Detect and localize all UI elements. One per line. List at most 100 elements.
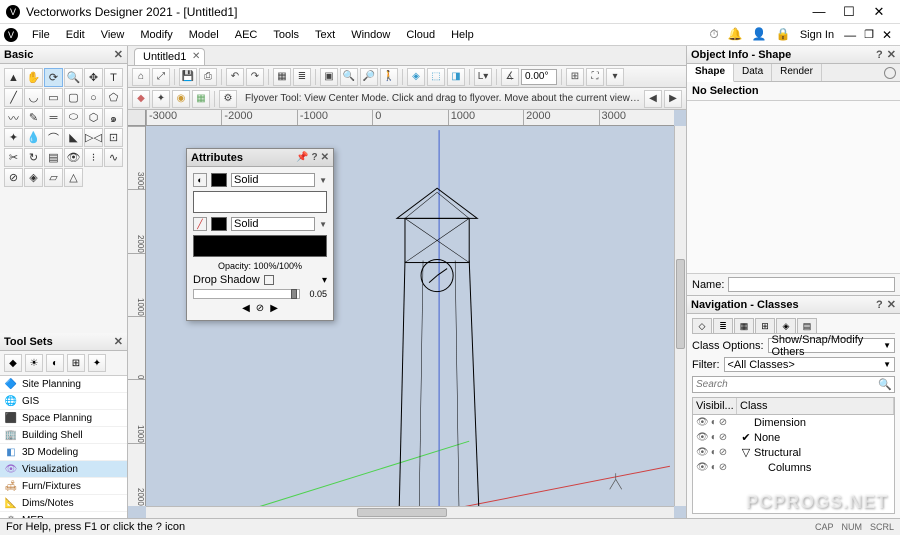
tab-shape[interactable]: Shape [687,64,734,82]
maximize-button[interactable]: ☐ [834,4,864,20]
eye-icon[interactable]: 👁 [696,432,709,443]
col-visibility[interactable]: Visibil... [693,398,737,414]
nav-tab-2[interactable]: ≣ [713,318,733,333]
tab-render[interactable]: Render [772,64,822,81]
signin-link[interactable]: Sign In [800,29,834,41]
shear-tool[interactable]: ▱ [44,168,63,187]
doc-close-button[interactable]: ✕ [882,28,892,42]
polyline-tool[interactable]: 〰 [4,108,23,127]
tb-render-wire-icon[interactable]: ⬚ [427,68,445,86]
tb-undo-icon[interactable]: ↶ [226,68,244,86]
mirror-tool[interactable]: ▷◁ [84,128,103,147]
locus-tool[interactable]: ✦ [4,128,23,147]
pen-color-swatch[interactable] [211,217,227,231]
tb-render-box-icon[interactable]: ◈ [407,68,425,86]
menu-aec[interactable]: AEC [227,29,266,41]
toolset-item-site-planning[interactable]: 🔷Site Planning [0,376,127,393]
document-tab-close-icon[interactable]: ✕ [192,51,200,62]
toolset-item-space-planning[interactable]: ⬛Space Planning [0,410,127,427]
polygon-tool[interactable]: ⬠ [104,88,123,107]
toolsets-quick-5[interactable]: ✦ [88,354,106,372]
tb-zoom-out-icon[interactable]: 🔎 [360,68,378,86]
freehand-tool[interactable]: ✎ [24,108,43,127]
toolsets-quick-2[interactable]: ☀ [25,354,43,372]
toolsets-quick-3[interactable]: ◐ [46,354,64,372]
connect-tool[interactable]: ∿ [104,148,123,167]
tb-angle-icon[interactable]: ∡ [501,68,519,86]
mode-pref-icon[interactable]: ⚙ [219,90,237,108]
flyover-tool[interactable]: ⟳ [44,68,63,87]
spiral-tool[interactable]: ๑ [104,108,123,127]
toolset-item-dims-notes[interactable]: 📐Dims/Notes [0,495,127,512]
attr-prev-icon[interactable]: ◀ [242,303,250,314]
callout-tool[interactable]: ◈ [24,168,43,187]
fill-style-dropdown[interactable]: Solid [231,173,315,187]
toolset-item-building-shell[interactable]: 🏢Building Shell [0,427,127,444]
mode-next-icon[interactable]: ▶ [664,90,682,108]
hide-icon[interactable]: ⊘ [719,417,727,428]
pen-style-caret-icon[interactable]: ▼ [319,220,327,229]
object-info-cycle-icon[interactable] [884,67,896,79]
dropshadow-settings-icon[interactable]: ▾ [322,275,327,286]
attr-next-icon[interactable]: ▶ [270,303,278,314]
dropshadow-checkbox[interactable] [264,275,274,285]
attributes-header[interactable]: Attributes 📌 ? ✕ [187,149,333,167]
nav-tab-3[interactable]: ▦ [734,318,754,333]
attributes-help-icon[interactable]: ? [312,152,318,163]
tb-zoom-in-icon[interactable]: 🔍 [340,68,358,86]
tb-layer-opts-icon[interactable]: L▾ [474,68,492,86]
tb-class-icon[interactable]: ▦ [273,68,291,86]
user-icon[interactable]: 👤 [752,27,767,41]
line-tool[interactable]: ╱ [4,88,23,107]
class-row[interactable]: 👁◐⊘Columns [693,460,894,475]
class-options-dropdown[interactable]: Show/Snap/Modify Others▼ [768,338,895,353]
rotate-tool[interactable]: ↻ [24,148,43,167]
col-class[interactable]: Class [737,398,894,414]
toolset-item-mep[interactable]: ⚙MEP [0,512,127,518]
mode-prev-icon[interactable]: ◀ [644,90,662,108]
menu-tools[interactable]: Tools [265,29,307,41]
visibility-tool[interactable]: 👁 [64,148,83,167]
tb-redo-icon[interactable]: ↷ [246,68,264,86]
nav-tab-5[interactable]: ◈ [776,318,796,333]
split-tool[interactable]: ⁝ [84,148,103,167]
mode-btn-3[interactable]: ◉ [172,90,190,108]
menu-help[interactable]: Help [443,29,482,41]
menu-app-icon[interactable]: V [4,28,18,42]
object-info-close-icon[interactable]: ✕ [887,48,896,61]
mode-btn-4[interactable]: ▦ [192,90,210,108]
tb-print-icon[interactable]: ⎙ [199,68,217,86]
mode-btn-1[interactable]: ◆ [132,90,150,108]
document-tab-untitled1[interactable]: Untitled1 ✕ [134,48,205,65]
eye-icon[interactable]: 👁 [696,447,709,458]
class-search-input[interactable] [692,376,895,393]
search-icon[interactable]: 🔍 [878,378,892,391]
toolsets-header[interactable]: Tool Sets ✕ [0,333,127,351]
pen-style-dropdown[interactable]: Solid [231,217,315,231]
tb-angle-field[interactable]: 0.00° [521,69,557,85]
attr-link-icon[interactable]: ⊘ [256,303,264,314]
hide-icon[interactable]: ⊘ [719,447,727,458]
navigation-header[interactable]: Navigation - Classes ? ✕ [687,296,900,314]
menu-cloud[interactable]: Cloud [398,29,443,41]
hide-icon[interactable]: ⊘ [719,462,727,473]
nav-tab-1[interactable]: ◇ [692,318,712,333]
fill-preview[interactable] [193,191,327,213]
navigation-close-icon[interactable]: ✕ [887,298,896,311]
menu-modify[interactable]: Modify [132,29,180,41]
nav-tab-4[interactable]: ⊞ [755,318,775,333]
basic-palette-header[interactable]: Basic ✕ [0,46,127,64]
pen-preview[interactable] [193,235,327,257]
trim-tool[interactable]: ⊘ [4,168,23,187]
arc-tool[interactable]: ◡ [24,88,43,107]
toolset-item-gis[interactable]: 🌐GIS [0,393,127,410]
doc-restore-button[interactable]: ❐ [864,28,874,41]
menu-window[interactable]: Window [343,29,398,41]
attributes-palette[interactable]: Attributes 📌 ? ✕ ◐ Solid ▼ [186,148,334,321]
zoom-tool[interactable]: 🔍 [64,68,83,87]
gray-icon[interactable]: ◐ [711,417,717,428]
doc-minimize-button[interactable]: — [844,28,856,42]
pan-tool[interactable]: ✋ [24,68,43,87]
reshape-tool[interactable]: ✥ [84,68,103,87]
tb-view1-icon[interactable]: ▣ [320,68,338,86]
